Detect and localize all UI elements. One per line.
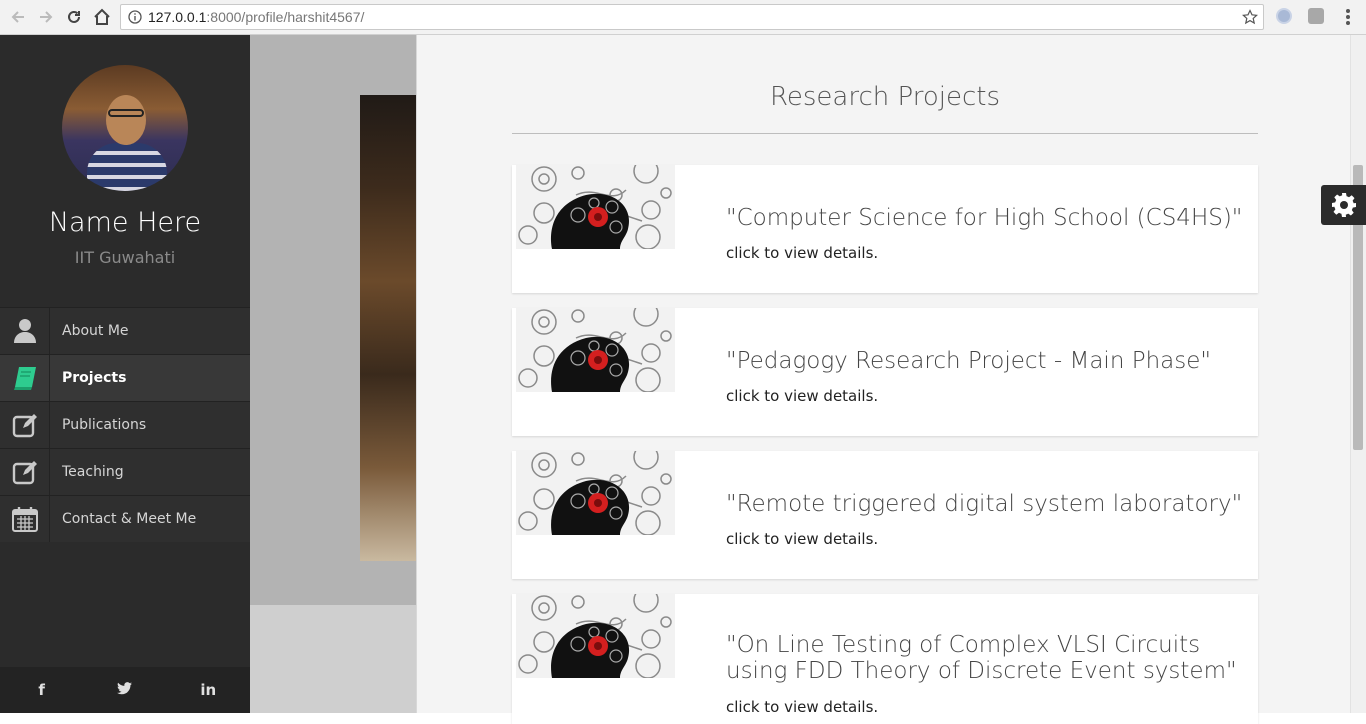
profile-name: Name Here <box>48 207 202 238</box>
sidebar-item-label: About Me <box>62 323 129 339</box>
background-photo <box>360 95 418 561</box>
facebook-icon[interactable]: f <box>22 681 62 699</box>
book-icon <box>0 355 50 401</box>
info-icon[interactable] <box>128 10 142 24</box>
project-title[interactable]: "Pedagogy Research Project - Main Phase" <box>726 348 1246 374</box>
sidebar-item-label: Teaching <box>62 464 124 480</box>
user-icon <box>0 308 50 354</box>
edit-icon <box>0 402 50 448</box>
project-thumbnail <box>516 594 675 678</box>
background-area-bottom <box>250 605 418 713</box>
panel-title: Research Projects <box>769 82 1001 112</box>
settings-button[interactable] <box>1321 185 1366 225</box>
project-card[interactable]: "Remote triggered digital system laborat… <box>512 451 1258 579</box>
url-host: 127.0.0.1 <box>148 9 207 25</box>
browser-toolbar: 127.0.0.1:8000/profile/harshit4567/ <box>0 0 1366 35</box>
bookmark-star-icon[interactable] <box>1242 9 1258 25</box>
profile-institution: IIT Guwahati <box>74 248 176 267</box>
reload-icon[interactable] <box>62 5 86 29</box>
edit-icon <box>0 449 50 495</box>
project-subtitle: click to view details. <box>726 244 879 262</box>
forward-icon[interactable] <box>34 5 58 29</box>
linkedin-icon[interactable]: in <box>188 681 228 699</box>
avatar <box>62 65 188 191</box>
research-projects-panel: Research Projects "Computer Science for … <box>416 35 1350 724</box>
project-thumbnail <box>516 165 675 249</box>
sidebar-item-projects[interactable]: Projects <box>0 354 250 401</box>
browser-menu-icon[interactable] <box>1340 7 1356 27</box>
project-thumbnail <box>516 308 675 392</box>
project-title[interactable]: "On Line Testing of Complex VLSI Circuit… <box>726 632 1246 684</box>
project-title[interactable]: "Remote triggered digital system laborat… <box>726 491 1246 517</box>
divider <box>512 133 1258 134</box>
project-subtitle: click to view details. <box>726 530 879 548</box>
sidebar-item-publications[interactable]: Publications <box>0 401 250 448</box>
project-thumbnail <box>516 451 675 535</box>
home-icon[interactable] <box>90 5 114 29</box>
project-card[interactable]: "Computer Science for High School (CS4HS… <box>512 165 1258 293</box>
url-path: :8000/profile/harshit4567/ <box>206 9 365 25</box>
sidebar-item-label: Publications <box>62 417 147 433</box>
address-bar[interactable]: 127.0.0.1:8000/profile/harshit4567/ <box>120 4 1264 30</box>
project-title[interactable]: "Computer Science for High School (CS4HS… <box>726 205 1246 231</box>
project-card[interactable]: "Pedagogy Research Project - Main Phase"… <box>512 308 1258 436</box>
project-card[interactable]: "On Line Testing of Complex VLSI Circuit… <box>512 594 1258 724</box>
extension-icon[interactable] <box>1276 8 1292 24</box>
sidebar-item-label: Contact & Meet Me <box>62 511 197 527</box>
sidebar-item-contact[interactable]: Contact & Meet Me <box>0 495 250 542</box>
back-icon[interactable] <box>6 5 30 29</box>
gear-icon <box>1331 193 1356 217</box>
sidebar-item-teaching[interactable]: Teaching <box>0 448 250 495</box>
project-subtitle: click to view details. <box>726 387 879 405</box>
calendar-icon <box>0 496 50 542</box>
sidebar: Name Here IIT Guwahati About Me Projects… <box>0 35 250 713</box>
extension-icon-2[interactable] <box>1308 8 1324 24</box>
project-subtitle: click to view details. <box>726 698 879 716</box>
sidebar-menu: About Me Projects Publications Teaching … <box>0 307 250 542</box>
sidebar-item-label: Projects <box>62 370 127 386</box>
twitter-icon[interactable] <box>105 681 145 699</box>
sidebar-item-about-me[interactable]: About Me <box>0 307 250 354</box>
url-text: 127.0.0.1:8000/profile/harshit4567/ <box>148 9 364 25</box>
social-links: f in <box>0 667 250 713</box>
